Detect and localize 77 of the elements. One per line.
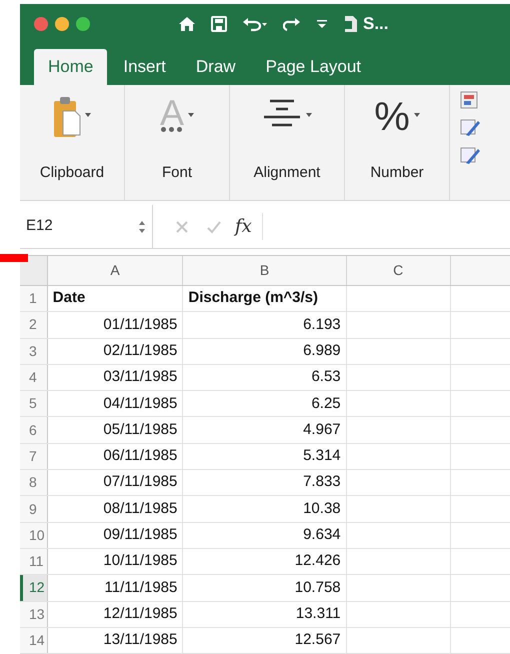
caret-icon[interactable]	[414, 113, 420, 117]
table-cell: 13.311	[183, 602, 347, 627]
table-cell: 05/11/1985	[48, 417, 184, 443]
table-cell: 10.758	[183, 575, 347, 601]
row-header[interactable]: 5	[20, 391, 48, 416]
row-header[interactable]: 6	[20, 417, 48, 443]
row-header[interactable]: 11	[20, 548, 48, 574]
row-header[interactable]: 13	[20, 602, 48, 627]
table-cell: 04/11/1985	[48, 391, 184, 416]
row-header[interactable]: 3	[20, 338, 48, 364]
function-button[interactable]: fx	[235, 213, 263, 240]
column-header[interactable]: A	[48, 256, 184, 285]
table-cell: Date	[48, 286, 184, 312]
checkmark-icon[interactable]	[207, 220, 221, 234]
table-cell: 4.967	[183, 417, 347, 443]
table-cell: 07/11/1985	[48, 470, 184, 496]
table-cell: 02/11/1985	[48, 338, 184, 364]
home-icon[interactable]	[178, 16, 196, 32]
column-header[interactable]: C	[346, 256, 451, 285]
save-icon[interactable]	[211, 16, 227, 32]
table-cell: 08/11/1985	[48, 496, 184, 522]
row-header[interactable]: 8	[20, 470, 48, 496]
caret-icon[interactable]	[188, 113, 194, 117]
customize-icon[interactable]	[316, 18, 328, 30]
table-cell: 12/11/1985	[48, 602, 184, 627]
percent-icon[interactable]: %	[374, 95, 410, 139]
table-cell: 6.989	[183, 338, 347, 364]
caret-icon[interactable]	[85, 113, 91, 117]
row-header[interactable]: 9	[20, 496, 48, 522]
ribbon-tab[interactable]: Page Layout	[252, 49, 376, 85]
document-icon	[343, 15, 359, 33]
ribbon-tab[interactable]: Draw	[182, 49, 250, 85]
clipboard-icon[interactable]	[53, 95, 81, 139]
ribbon-group-label: Clipboard	[40, 162, 104, 182]
table-cell: 03/11/1985	[48, 364, 184, 390]
table-cell: 06/11/1985	[48, 444, 184, 470]
ribbon-tab[interactable]: Home	[34, 49, 108, 85]
table-cell: 13/11/1985	[48, 628, 184, 654]
table-cell: 01/11/1985	[48, 312, 184, 338]
minimize-icon[interactable]	[55, 17, 69, 31]
table-cell: 10.38	[183, 496, 347, 522]
table-cell: 12.426	[183, 548, 347, 574]
table-cell: 6.25	[183, 391, 347, 416]
conditional-formatting-icon[interactable]	[460, 91, 478, 109]
redo-icon[interactable]	[283, 16, 301, 32]
row-header[interactable]: 1	[20, 286, 48, 312]
table-cell: 7.833	[183, 470, 347, 496]
row-header[interactable]: 14	[20, 628, 48, 654]
select-all-corner[interactable]	[20, 256, 48, 285]
ribbon-group-label: Number	[370, 162, 424, 182]
ribbon-tab[interactable]: Insert	[109, 49, 180, 85]
maximize-icon[interactable]	[76, 17, 90, 31]
ribbon-group-label: Alignment	[254, 162, 320, 182]
table-cell: 12.567	[183, 628, 347, 654]
table-cell: 6.193	[183, 312, 347, 338]
annotation-mark	[0, 254, 28, 262]
row-header[interactable]: 4	[20, 364, 48, 390]
caret-icon[interactable]	[306, 113, 312, 117]
table-cell: Discharge (m^3/s)	[183, 286, 347, 312]
row-header[interactable]: 2	[20, 312, 48, 338]
table-cell: 9.634	[183, 522, 347, 548]
row-header[interactable]: 7	[20, 444, 48, 470]
table-cell: 10/11/1985	[48, 548, 184, 574]
undo-icon[interactable]	[242, 16, 268, 32]
stepper-icon[interactable]	[138, 220, 146, 234]
table-brush-icon[interactable]	[460, 117, 480, 137]
ribbon-group-label: Font	[162, 162, 192, 182]
table-cell: 5.314	[183, 444, 347, 470]
table-cell: 11/11/1985	[48, 575, 184, 601]
cell-brush-icon[interactable]	[460, 145, 480, 165]
row-header[interactable]: 12	[20, 575, 48, 601]
column-header[interactable]: B	[183, 256, 347, 285]
table-cell: 09/11/1985	[48, 522, 184, 548]
window-title: S...	[363, 13, 389, 36]
name-box[interactable]: E12	[20, 205, 153, 248]
row-header[interactable]: 10	[20, 522, 48, 548]
table-cell: 6.53	[183, 364, 347, 390]
